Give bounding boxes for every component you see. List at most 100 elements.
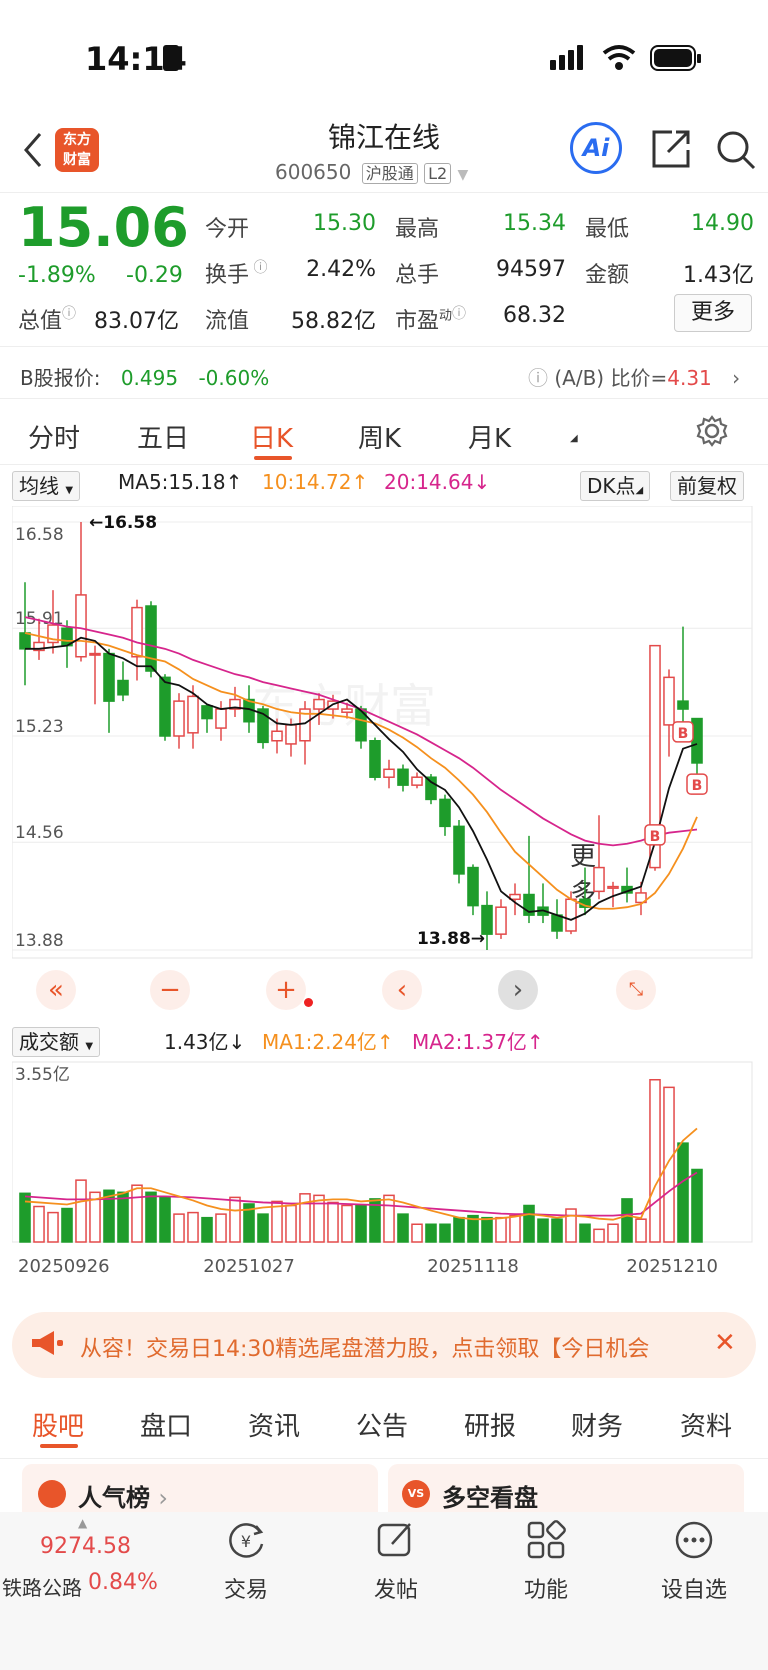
x-axis-label: 20250926: [18, 1256, 110, 1277]
zoom-out-button[interactable]: −: [150, 970, 190, 1010]
adjust-select[interactable]: 前复权: [670, 470, 744, 501]
volume-bar: [117, 1191, 129, 1243]
volume-bar: [439, 1223, 451, 1243]
dk-buy-label: B: [692, 778, 703, 794]
turnover-label: 换手 ⓘ: [205, 257, 267, 289]
svg-text:¥: ¥: [241, 1532, 251, 1551]
divider: [0, 464, 768, 465]
volume-bar: [257, 1213, 269, 1243]
more-icon[interactable]: [674, 1520, 714, 1564]
tab-research[interactable]: 研报: [464, 1406, 516, 1443]
prev-button[interactable]: ‹: [382, 970, 422, 1010]
fast-back-button[interactable]: «: [36, 970, 76, 1010]
candle-body: [159, 676, 171, 737]
amount-label: 金额: [585, 263, 630, 288]
post-icon[interactable]: [376, 1520, 416, 1564]
volume-bar: [341, 1204, 353, 1243]
bshare-label: B股报价:: [20, 366, 101, 390]
fullscreen-icon[interactable]: ⤡: [616, 970, 656, 1010]
tab-profile[interactable]: 资料: [680, 1406, 732, 1443]
trade-icon[interactable]: ¥: [226, 1520, 266, 1564]
more-button[interactable]: 更多: [674, 294, 752, 332]
banner-text: 从容！交易日14:30精选尾盘潜力股，点击领取【今日机会: [80, 1337, 650, 1362]
volume-bar: [229, 1196, 241, 1243]
candle-body: [89, 652, 101, 656]
tab-news[interactable]: 资讯: [248, 1406, 300, 1443]
volume-select[interactable]: 成交额 ▼: [12, 1026, 101, 1057]
volume-bar: [159, 1196, 171, 1243]
total-mv-value: 83.07亿: [94, 309, 179, 334]
content-tab-indicator: [40, 1444, 78, 1448]
ai-button[interactable]: Ai: [570, 122, 622, 174]
candle-body: [19, 632, 31, 650]
ma-select[interactable]: 均线 ▼: [12, 470, 81, 501]
volume-bar: [75, 1179, 87, 1243]
dk-buy-label: B: [650, 829, 661, 845]
share-icon[interactable]: [650, 128, 692, 174]
ma-select-label: 均线: [19, 474, 59, 498]
volume-bar: [397, 1213, 409, 1243]
tab-finance[interactable]: 财务: [571, 1406, 623, 1443]
candle-body: [313, 698, 325, 710]
info-icon[interactable]: ⓘ: [249, 260, 267, 276]
dk-select[interactable]: DK点◢: [580, 470, 651, 501]
index-name: 铁路公路: [2, 1576, 82, 1600]
candle-body: [285, 724, 297, 745]
index-value[interactable]: 9274.58: [40, 1534, 131, 1559]
tab-five-day[interactable]: 五日: [137, 418, 189, 455]
candle-body: [383, 768, 395, 778]
stock-code-row[interactable]: 600650 沪股通 L2 ▼: [275, 160, 468, 184]
caret-up-icon: ▲: [78, 1516, 88, 1530]
apps-icon[interactable]: [526, 1520, 566, 1564]
tab-guba[interactable]: 股吧: [32, 1406, 84, 1443]
high-label: 最高: [395, 217, 440, 242]
next-button[interactable]: ›: [498, 970, 538, 1010]
volume-bar: [201, 1216, 213, 1243]
signal-icon: [550, 44, 590, 76]
total-mv-label: 总值ⓘ: [18, 303, 76, 335]
volume-value-legend: 1.43亿↓: [164, 1030, 246, 1054]
nav-post[interactable]: 发帖: [356, 1572, 436, 1604]
tab-monthly-k[interactable]: 月K: [468, 418, 511, 455]
divider: [0, 1458, 768, 1459]
x-axis-label: 20251027: [203, 1256, 295, 1277]
candle-body: [75, 594, 87, 658]
y-tick-label: 14.56: [15, 823, 64, 843]
volume-bar: [453, 1216, 465, 1243]
info-icon[interactable]: ⓘ: [452, 306, 466, 322]
settings-icon[interactable]: [695, 414, 729, 452]
tab-pankou[interactable]: 盘口: [140, 1406, 192, 1443]
dk-label: DK点: [587, 474, 636, 498]
close-icon[interactable]: ✕: [714, 1328, 736, 1358]
bshare-row[interactable]: B股报价: 0.495 -0.60%: [20, 362, 269, 391]
volume-bar: [61, 1207, 73, 1243]
nav-add-watchlist[interactable]: 设自选: [654, 1572, 734, 1604]
volume-chart[interactable]: 3.55亿 20250926 20251027 20251118 20251210: [12, 1056, 756, 1296]
kline-chart[interactable]: 16.5815.9115.2314.5613.88东方财富←16.5813.88…: [12, 506, 756, 1018]
vol-ma2-legend: MA2:1.37亿↑: [412, 1030, 544, 1054]
active-tab-indicator: [254, 456, 292, 460]
volume-bar: [187, 1211, 199, 1243]
current-price: 15.06: [18, 196, 189, 259]
popularity-card[interactable]: [22, 1464, 378, 1512]
candle-body: [131, 606, 143, 658]
tab-more-caret-icon: ◢: [570, 433, 578, 444]
tab-more[interactable]: 更多 ◢: [570, 418, 596, 909]
dk-caret-icon: ◢: [635, 485, 644, 496]
nav-functions[interactable]: 功能: [506, 1572, 586, 1604]
tab-notice[interactable]: 公告: [356, 1406, 408, 1443]
popularity-title-text: 人气榜: [78, 1484, 150, 1512]
ab-ratio[interactable]: ⓘ (A/B) 比价=4.31 ›: [528, 362, 740, 391]
volume-bar: [145, 1191, 157, 1243]
info-icon[interactable]: ⓘ: [62, 306, 76, 322]
tab-intraday[interactable]: 分时: [28, 418, 80, 455]
nav-trade[interactable]: 交易: [206, 1572, 286, 1604]
search-icon[interactable]: [714, 128, 758, 176]
volume-bar: [663, 1086, 675, 1243]
open-label: 今开: [205, 217, 250, 242]
change-amount: -0.29: [126, 263, 183, 288]
tab-daily-k[interactable]: 日K: [250, 418, 293, 455]
zoom-in-button[interactable]: +: [266, 970, 306, 1010]
low-label: 最低: [585, 217, 630, 242]
tab-weekly-k[interactable]: 周K: [358, 418, 401, 455]
